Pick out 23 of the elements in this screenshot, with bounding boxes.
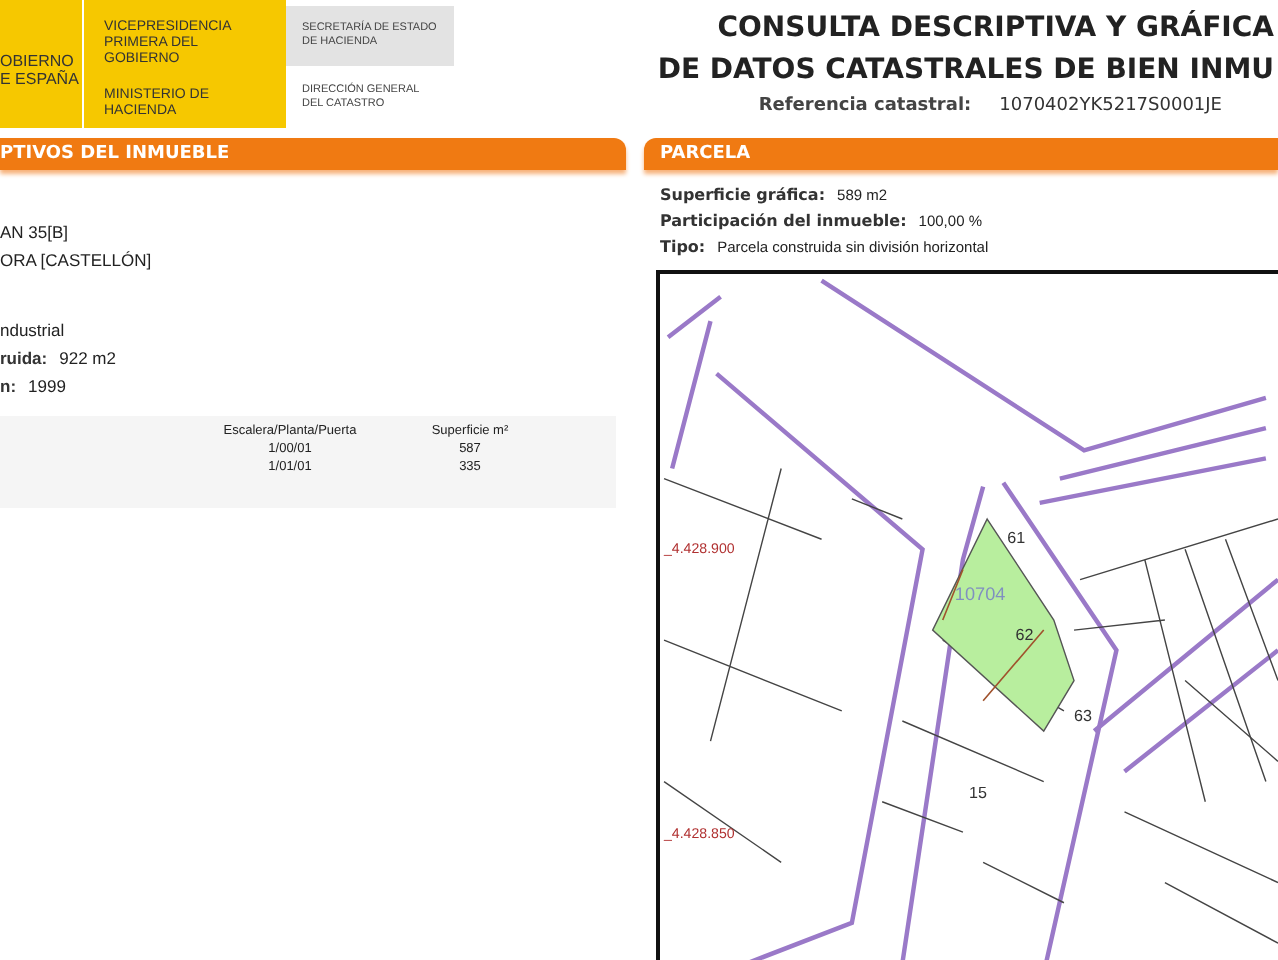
field-value: ndustrial (0, 318, 65, 344)
map-label: 15 (969, 783, 987, 802)
logo-text: OBIERNO (0, 52, 76, 70)
field-value: AN 35[B] (0, 220, 69, 246)
page-title: DE DATOS CATASTRALES DE BIEN INMU (657, 52, 1274, 90)
map-label: 10704 (954, 583, 1006, 604)
field-value: 1999 (28, 374, 66, 400)
map-label: 63 (1074, 707, 1092, 725)
reference-value: 1070402YK5217S0001JE (999, 96, 1222, 116)
field-label: Participación del inmueble: (660, 210, 907, 234)
reference-label: Referencia catastral: (758, 96, 972, 116)
field-label: Superficie gráfica: (660, 184, 826, 208)
field-label: n: (0, 374, 17, 400)
section-header: PARCELA (644, 138, 1278, 170)
logo-text: E ESPAÑA (0, 70, 81, 88)
map-label: 62 (1015, 626, 1034, 645)
map-label: 61 (1007, 529, 1026, 548)
field-label: Tipo: (660, 236, 706, 260)
field-label: ruida: (0, 346, 48, 372)
page-title: CONSULTA DESCRIPTIVA Y GRÁFICA (717, 8, 1274, 48)
section-header: PTIVOS DEL INMUEBLE (0, 138, 626, 170)
field-value: ORA [CASTELLÓN] (0, 248, 152, 274)
field-value: 922 m2 (59, 346, 116, 372)
